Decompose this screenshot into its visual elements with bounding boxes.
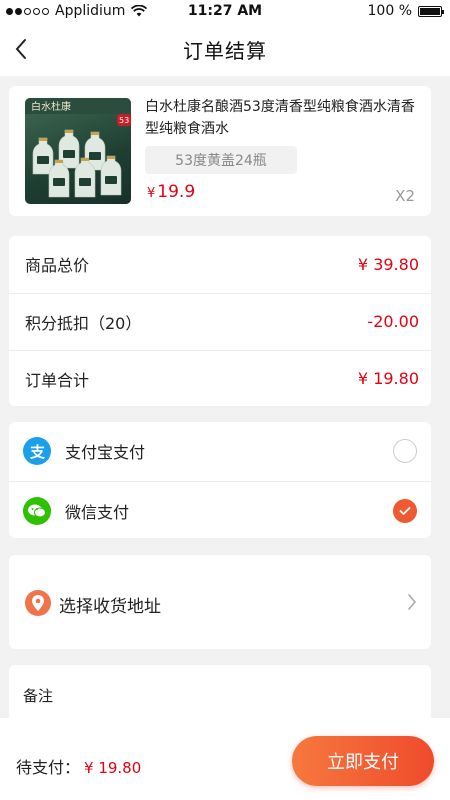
location-pin-icon (25, 590, 51, 616)
check-icon (399, 506, 411, 515)
product-name[interactable]: 白水杜康名酿酒53度清香型纯粮食酒水清香型纯粮食酒水 (145, 96, 423, 140)
note-field[interactable]: 备注 (9, 665, 431, 725)
page-title: 订单结算 (183, 38, 267, 63)
product-quantity: X2 (395, 187, 415, 205)
payment-option-wechat[interactable]: 微信支付 (9, 481, 431, 539)
product-price: ¥19.9 (147, 182, 195, 202)
payment-label: 支付宝支付 (65, 443, 146, 462)
wechat-icon (23, 496, 51, 525)
chevron-right-icon (408, 594, 417, 610)
summary-label: 订单合计 (25, 370, 90, 390)
battery-percent: 100 % (367, 3, 412, 19)
pay-now-button[interactable]: 立即支付 (292, 736, 434, 786)
payment-label: 微信支付 (65, 502, 130, 522)
svg-text:支: 支 (29, 443, 46, 460)
order-summary-card: 商品总价 ¥ 39.80 积分抵扣（20） -20.00 订单合计 ¥ 19.8… (9, 236, 431, 406)
nav-bar: 订单结算 (0, 22, 450, 76)
payment-method-card: 支 支付宝支付 微信支付 (9, 422, 431, 538)
currency-symbol: ¥ (147, 186, 156, 201)
amount-due-value: ¥ 19.80 (84, 759, 142, 777)
summary-row-goods-total: 商品总价 ¥ 39.80 (9, 236, 431, 292)
address-label: 选择收货地址 (59, 597, 161, 617)
summary-value: ¥ 39.80 (357, 254, 419, 274)
summary-value: ¥ 19.80 (357, 369, 419, 388)
summary-row-order-total: 订单合计 ¥ 19.80 (9, 350, 431, 406)
svg-text:53: 53 (119, 116, 129, 125)
svg-text:白水杜康: 白水杜康 (31, 100, 71, 113)
chevron-left-icon (15, 39, 26, 59)
summary-label: 商品总价 (25, 256, 90, 275)
price-value: 19.9 (157, 182, 196, 202)
summary-value: -20.00 (367, 312, 419, 331)
radio-button-checked[interactable] (393, 498, 417, 523)
radio-button-unchecked[interactable] (393, 439, 417, 463)
payment-option-alipay[interactable]: 支 支付宝支付 (9, 422, 431, 480)
status-right: 100 % (367, 3, 444, 19)
product-image[interactable]: 白水杜康 53 (25, 98, 131, 204)
amount-due-label: 待支付： (16, 758, 81, 777)
battery-icon (418, 5, 444, 17)
back-button[interactable] (6, 34, 36, 64)
summary-label: 积分抵扣（20） (25, 313, 142, 333)
checkout-footer: 待支付： ¥ 19.80 立即支付 (0, 718, 450, 800)
status-bar: Applidium 11:27 AM 100 % (0, 0, 450, 22)
summary-row-points-deduction: 积分抵扣（20） -20.00 (9, 293, 431, 349)
note-label: 备注 (23, 687, 54, 705)
alipay-icon: 支 (23, 437, 51, 465)
amount-due: 待支付： ¥ 19.80 (16, 754, 141, 778)
liquor-bottles-image: 白水杜康 53 (25, 98, 131, 198)
product-spec: 53度黄盖24瓶 (145, 146, 297, 174)
product-card: 白水杜康 53 白水杜康名酿酒53度清香型纯粮食酒水清香型纯粮食酒水 53度黄盖… (9, 86, 431, 216)
address-selector[interactable]: 选择收货地址 (9, 555, 431, 649)
